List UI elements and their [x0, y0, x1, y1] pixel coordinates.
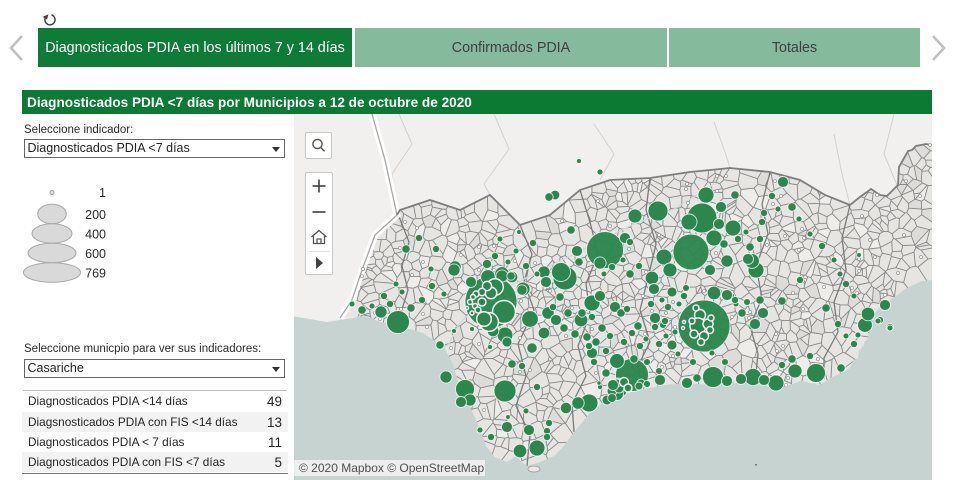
svg-text:400: 400 [85, 228, 106, 242]
svg-text:600: 600 [85, 247, 106, 261]
svg-text:© 2020 Mapbox © OpenStreetMap: © 2020 Mapbox © OpenStreetMap [299, 461, 484, 475]
svg-text:1: 1 [99, 186, 106, 200]
svg-text:769: 769 [85, 267, 106, 281]
svg-text:200: 200 [85, 208, 106, 222]
